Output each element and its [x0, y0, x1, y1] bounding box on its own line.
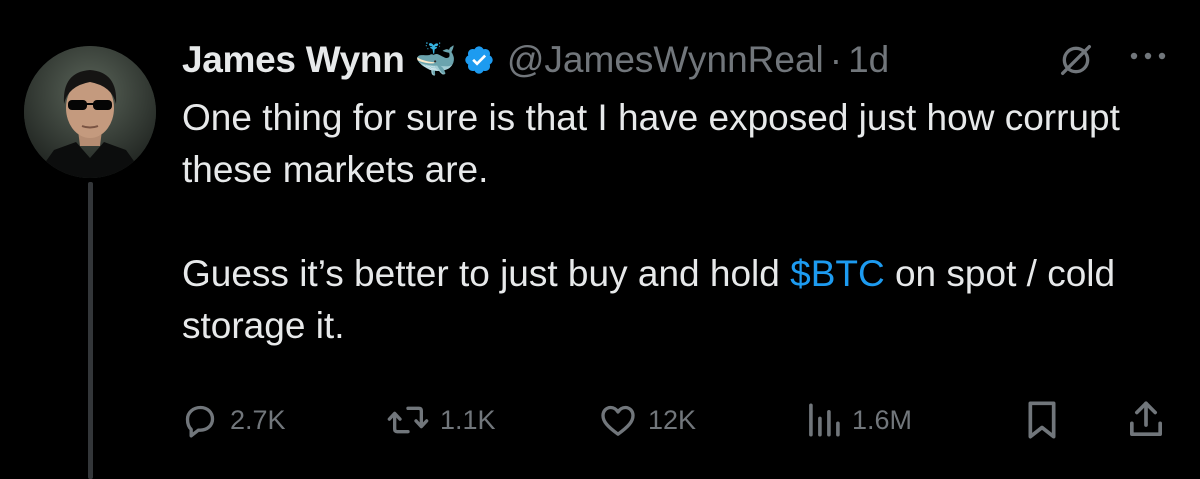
cashtag-link[interactable]: $BTC [790, 253, 885, 294]
verified-badge-icon [463, 44, 495, 76]
tweet[interactable]: James Wynn 🐳 @JamesWynnReal · 1d One thi… [0, 0, 1200, 479]
avatar[interactable] [24, 46, 156, 178]
views-chart-icon [809, 403, 840, 437]
repost-count: 1.1K [440, 404, 496, 435]
share-button[interactable] [1126, 396, 1166, 444]
separator-dot: · [829, 39, 843, 80]
tweet-text: One thing for sure is that I have expose… [182, 92, 1172, 352]
author-display-name[interactable]: James Wynn [182, 39, 405, 81]
reply-icon [185, 405, 215, 438]
avatar-photo-icon [24, 46, 156, 178]
thread-connector-line [88, 182, 93, 479]
more-options-icon[interactable] [1126, 44, 1170, 68]
tweet-actions: 2.7K 1.1K 12K 1.6M [180, 396, 1170, 444]
whale-emoji-icon: 🐳 [414, 41, 457, 79]
tweet-text-segment: Guess it’s better to just buy and hold [182, 253, 791, 294]
like-count: 12K [648, 404, 697, 435]
view-count: 1.6M [852, 404, 913, 435]
repost-button[interactable]: 1.1K [386, 396, 496, 444]
views-button[interactable]: 1.6M [806, 396, 912, 444]
heart-icon [601, 405, 635, 436]
grok-icon[interactable] [1056, 40, 1096, 80]
bookmark-icon [1028, 401, 1056, 439]
tweet-timestamp[interactable]: 1d [848, 39, 889, 81]
share-icon [1130, 401, 1162, 436]
like-button[interactable]: 12K [598, 396, 696, 444]
reply-button[interactable]: 2.7K [180, 396, 286, 444]
bookmark-button[interactable] [1022, 396, 1062, 444]
tweet-paragraph: Guess it’s better to just buy and hold $… [182, 248, 1172, 352]
repost-icon [387, 406, 429, 434]
tweet-paragraph: One thing for sure is that I have expose… [182, 97, 1120, 190]
author-handle[interactable]: @JamesWynnReal [507, 39, 824, 81]
reply-count: 2.7K [230, 404, 286, 435]
tweet-header: James Wynn 🐳 @JamesWynnReal · 1d [182, 34, 889, 86]
